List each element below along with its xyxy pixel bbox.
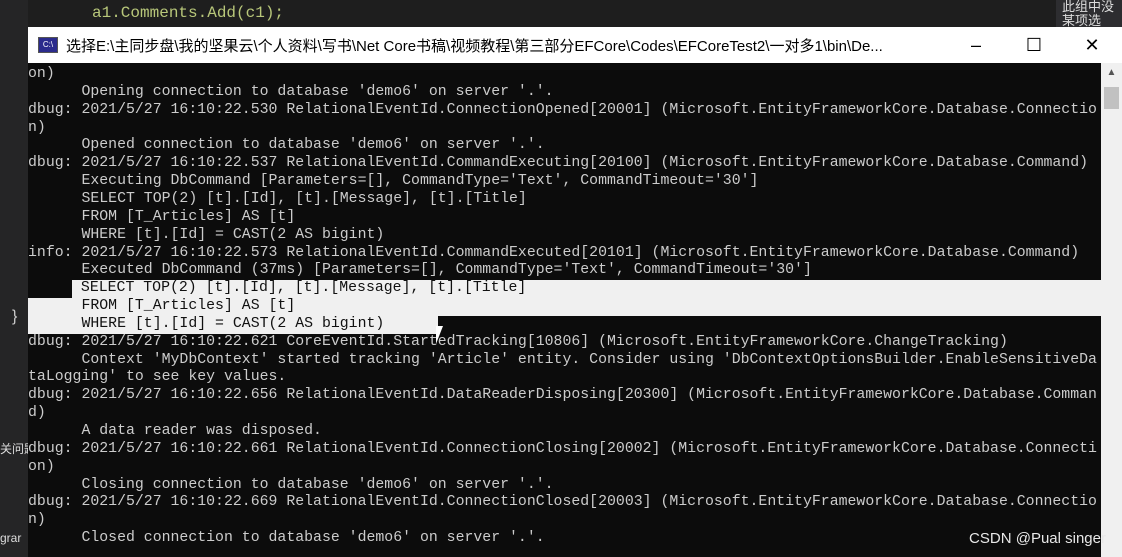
console-line: n) [28, 119, 46, 136]
console-line: Opening connection to database 'demo6' o… [28, 83, 554, 100]
scrollbar-thumb[interactable] [1104, 87, 1119, 109]
selected-console-line: SELECT TOP(2) [t].[Id], [t].[Message], [… [72, 280, 1101, 299]
console-line: Executing DbCommand [Parameters=[], Comm… [28, 173, 759, 190]
scroll-up-arrow-icon[interactable]: ▲ [1101, 67, 1122, 78]
left-label: grar [0, 531, 22, 545]
console-line: SELECT TOP(2) [t].[Id], [t].[Message], [… [28, 190, 527, 207]
console-line: dbug: 2021/5/27 16:10:22.537 RelationalE… [28, 155, 1089, 172]
console-line: Executed DbCommand (37ms) [Parameters=[]… [28, 262, 812, 279]
minimize-button[interactable]: – [948, 27, 1004, 63]
console-line: Closed connection to database 'demo6' on… [28, 530, 545, 547]
console-window: C:\ 选择E:\主同步盘\我的坚果云\个人资料\写书\Net Core书稿\视… [28, 27, 1122, 557]
console-line: Closing connection to database 'demo6' o… [28, 476, 554, 493]
console-line: n) [28, 512, 46, 529]
maximize-button[interactable]: ☐ [1006, 27, 1062, 63]
console-line: A data reader was disposed. [28, 423, 322, 439]
console-line: on) [28, 458, 55, 475]
window-title: 选择E:\主同步盘\我的坚果云\个人资料\写书\Net Core书稿\视频教程\… [66, 37, 883, 55]
console-output[interactable]: on) Opening connection to database 'demo… [28, 63, 1101, 557]
title-bar[interactable]: C:\ 选择E:\主同步盘\我的坚果云\个人资料\写书\Net Core书稿\视… [28, 27, 1122, 63]
console-line: dbug: 2021/5/27 16:10:22.530 RelationalE… [28, 101, 1097, 118]
console-line: Opened connection to database 'demo6' on… [28, 137, 545, 154]
selected-console-line: WHERE [t].[Id] = CAST(2 AS bigint) [28, 315, 438, 334]
console-line: WHERE [t].[Id] = CAST(2 AS bigint) [28, 226, 385, 243]
watermark: CSDN @Pual singer [969, 530, 1106, 547]
console-line: dbug: 2021/5/27 16:10:22.661 RelationalE… [28, 440, 1097, 457]
selected-console-line: FROM [T_Articles] AS [t] [28, 298, 1101, 316]
left-label: 关问题 [0, 442, 28, 456]
vertical-scrollbar[interactable]: ▲ [1101, 63, 1122, 557]
console-line: FROM [T_Articles] AS [t] [28, 208, 296, 225]
console-line: d) [28, 405, 46, 422]
console-line: dbug: 2021/5/27 16:10:22.656 RelationalE… [28, 387, 1097, 404]
console-line: on) [28, 66, 55, 82]
console-app-icon: C:\ [38, 37, 58, 53]
console-line: taLogging' to see key values. [28, 369, 287, 386]
close-button[interactable]: ✕ [1064, 27, 1120, 63]
console-line: dbug: 2021/5/27 16:10:22.621 CoreEventId… [28, 333, 1008, 350]
mouse-cursor-icon [436, 326, 450, 344]
right-panel-text: 此组中没 某项选 [1056, 0, 1122, 30]
console-line: Context 'MyDbContext' started tracking '… [28, 351, 1097, 368]
console-line: info: 2021/5/27 16:10:22.573 RelationalE… [28, 244, 1080, 261]
console-line: dbug: 2021/5/27 16:10:22.669 RelationalE… [28, 494, 1097, 511]
editor-left-strip: } 关问题 grar [0, 0, 28, 557]
code-line: a1.Comments.Add(c1); [92, 4, 285, 22]
